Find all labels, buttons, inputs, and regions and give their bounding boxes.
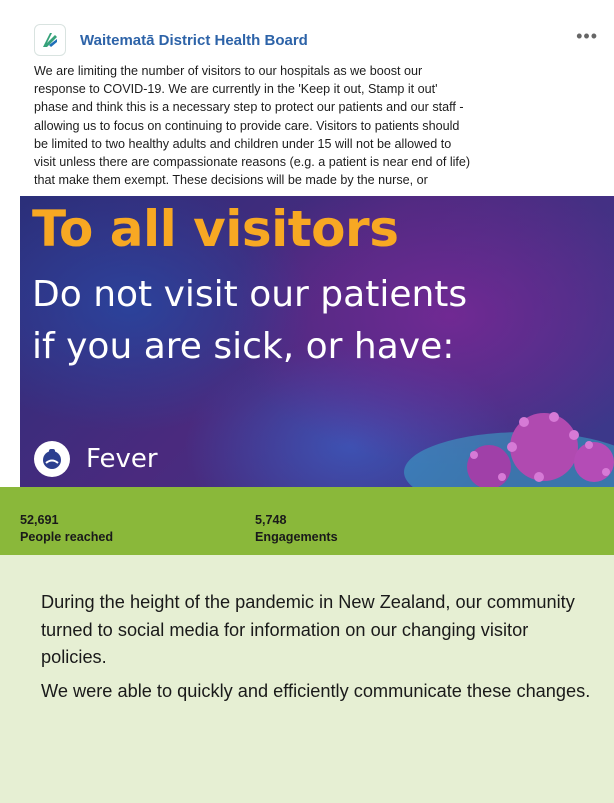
summary-paragraph: We were able to quickly and efficiently … <box>41 681 591 701</box>
social-post: Waitematā District Health Board ••• We a… <box>0 0 614 487</box>
banner-line: if you are sick, or have: <box>32 326 455 367</box>
people-reached-stat: 52,691 People reached <box>20 512 113 546</box>
engagements-label: Engagements <box>255 530 338 544</box>
symptom-label: Fever <box>86 444 158 474</box>
post-text-line: that make them exempt. These decisions w… <box>34 173 428 188</box>
symptom-row: Fever <box>34 441 158 477</box>
post-text-line: allowing us to focus on continuing to pr… <box>34 118 460 133</box>
post-text-line: be limited to two healthy adults and chi… <box>34 136 452 151</box>
post-text-line: visit unless there are compassionate rea… <box>34 155 471 170</box>
virus-illustration-icon <box>404 412 614 487</box>
stats-bar: 52,691 People reached 5,748 Engagements <box>0 487 614 555</box>
banner-line: Do not visit our patients <box>32 274 468 315</box>
fever-icon <box>34 441 70 477</box>
banner-headline: To all visitors <box>32 200 399 258</box>
engagements-stat: 5,748 Engagements <box>255 512 338 546</box>
summary-paragraph: During the height of the pandemic in New… <box>41 592 575 667</box>
post-body-text: We are limiting the number of visitors t… <box>34 62 602 188</box>
people-reached-label: People reached <box>20 530 114 544</box>
visitor-notice-banner[interactable]: To all visitors Do not visit our patient… <box>20 196 614 487</box>
page-name-link[interactable]: Waitematā District Health Board <box>80 32 308 49</box>
post-header: Waitematā District Health Board ••• <box>34 22 604 58</box>
people-reached-value: 52,691 <box>20 513 59 527</box>
summary-panel: During the height of the pandemic in New… <box>0 555 614 803</box>
post-text-line: phase and think this is a necessary step… <box>34 100 464 115</box>
post-text-line: response to COVID-19. We are currently i… <box>34 82 438 97</box>
engagements-value: 5,748 <box>255 513 287 527</box>
post-text-line: We are limiting the number of visitors t… <box>34 64 423 78</box>
more-options-icon[interactable]: ••• <box>576 26 598 47</box>
dhb-logo-icon[interactable] <box>34 24 66 56</box>
